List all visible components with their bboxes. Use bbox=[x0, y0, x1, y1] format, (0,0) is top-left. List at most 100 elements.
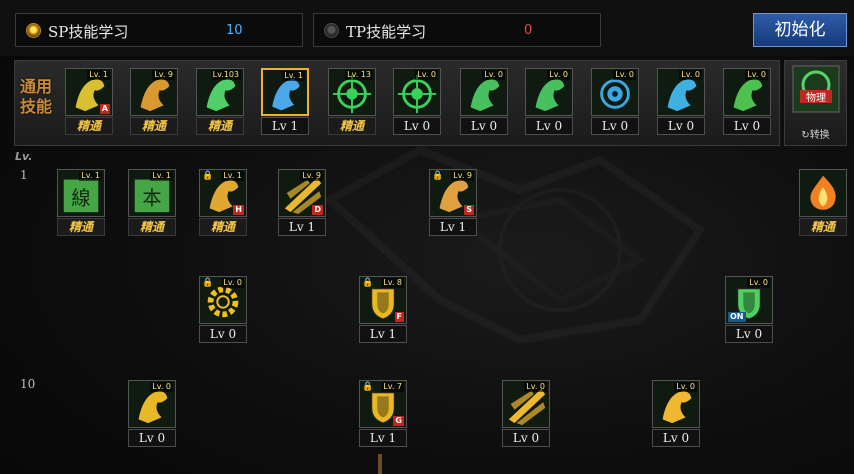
target-icon[interactable]: Lv. 13 bbox=[328, 68, 376, 116]
common-skill-4[interactable]: Lv. 1 Lv 1 bbox=[258, 68, 312, 135]
skill-level-label: Lv 0 bbox=[591, 117, 639, 135]
figure-icon[interactable]: Lv. 0 bbox=[657, 68, 705, 116]
tab-tp-skill[interactable]: TP技能学习 0 bbox=[313, 13, 601, 47]
barrier-icon[interactable]: Lv. 0 ON bbox=[725, 276, 773, 324]
tp-radio-icon[interactable] bbox=[324, 23, 339, 38]
mastered-badge: 精通 bbox=[65, 117, 113, 135]
mastered-badge: 精通 bbox=[199, 218, 247, 236]
fist-icon[interactable]: Lv. 9 bbox=[130, 68, 178, 116]
skill-level-tag: Lv. 1 bbox=[150, 171, 173, 181]
slash-icon[interactable]: Lv. 9 D bbox=[278, 169, 326, 217]
tree-skill-rush[interactable]: Lv. 0 Lv 0 bbox=[499, 380, 553, 447]
wing-burst-icon[interactable]: Lv. 0 bbox=[128, 380, 176, 428]
common-skill-2[interactable]: Lv. 9 精通 bbox=[127, 68, 181, 135]
common-skill-5[interactable]: Lv. 13 精通 bbox=[325, 68, 379, 135]
common-skill-6[interactable]: Lv. 0 Lv 0 bbox=[390, 68, 444, 135]
tab-sp-skill[interactable]: SP技能学习 10 bbox=[15, 13, 303, 47]
sp-radio-icon[interactable] bbox=[26, 23, 41, 38]
reset-button[interactable]: 初始化 bbox=[753, 13, 847, 47]
skill-level-tag: Lv. 9 bbox=[300, 171, 323, 181]
tree-skill-guard[interactable]: Lv. 7 🔒 G Lv 1 bbox=[356, 380, 410, 447]
skill-level-tag: Lv. 9 bbox=[152, 70, 175, 80]
hotkey-badge: D bbox=[312, 205, 323, 215]
claw-icon[interactable]: Lv. 0 bbox=[723, 68, 771, 116]
skill-level-label: Lv 0 bbox=[725, 325, 773, 343]
mastered-badge: 精通 bbox=[196, 117, 244, 135]
common-skill-1[interactable]: Lv. 1 A 精通 bbox=[62, 68, 116, 135]
lock-icon: 🔒 bbox=[362, 278, 374, 288]
skill-level-tag: Lv. 0 bbox=[679, 70, 702, 80]
tree-skill-smash[interactable]: Lv. 0 Lv 0 bbox=[649, 380, 703, 447]
common-skill-7[interactable]: Lv. 0 Lv 0 bbox=[457, 68, 511, 135]
skill-level-tag: Lv. 7 bbox=[381, 382, 404, 392]
row-level-10: 10 bbox=[20, 377, 36, 391]
skill-level-label: Lv 0 bbox=[393, 117, 441, 135]
runner-icon[interactable]: Lv. 0 bbox=[460, 68, 508, 116]
smash-icon[interactable]: Lv. 0 bbox=[652, 380, 700, 428]
convert-button[interactable]: 物理 ↻转换 bbox=[784, 60, 847, 146]
tree-skill-line[interactable]: 線 Lv. 1 精通 bbox=[54, 169, 108, 236]
skill-level-tag: Lv. 0 bbox=[524, 382, 547, 392]
line-scroll-icon[interactable]: 線 Lv. 1 bbox=[57, 169, 105, 217]
skill-window: SP技能学习 10 TP技能学习 0 初始化 通用技能 物理 ↻转换 Lv. 1… bbox=[0, 0, 854, 474]
tree-skill-swing[interactable]: Lv. 1 🔒 H 精通 bbox=[196, 169, 250, 236]
skill-level-tag: Lv. 0 bbox=[745, 70, 768, 80]
rush-icon[interactable]: Lv. 0 bbox=[502, 380, 550, 428]
level-column-header: Lv. bbox=[15, 150, 33, 163]
guard-icon[interactable]: Lv. 7 🔒 G bbox=[359, 380, 407, 428]
skill-level-tag: Lv. 0 bbox=[415, 70, 438, 80]
lock-icon: 🔒 bbox=[432, 171, 444, 181]
tree-skill-base[interactable]: 本 Lv. 1 精通 bbox=[125, 169, 179, 236]
common-skill-10[interactable]: Lv. 0 Lv 0 bbox=[654, 68, 708, 135]
skill-level-tag: Lv. 1 bbox=[221, 171, 244, 181]
runner-icon[interactable]: Lv. 0 bbox=[525, 68, 573, 116]
skill-level-tag: Lv.103 bbox=[210, 70, 241, 80]
mastered-badge: 精通 bbox=[328, 117, 376, 135]
skill-level-label: Lv 0 bbox=[128, 429, 176, 447]
common-skill-9[interactable]: Lv. 0 Lv 0 bbox=[588, 68, 642, 135]
swing-icon[interactable]: Lv. 1 🔒 H bbox=[199, 169, 247, 217]
mastered-badge: 精通 bbox=[128, 218, 176, 236]
kick-icon[interactable]: Lv. 9 🔒 S bbox=[429, 169, 477, 217]
skill-level-tag: Lv. 8 bbox=[381, 278, 404, 288]
eye-icon[interactable]: Lv. 0 bbox=[591, 68, 639, 116]
tree-skill-gear[interactable]: Lv. 0 🔒 Lv 0 bbox=[196, 276, 250, 343]
common-skill-3[interactable]: Lv.103 精通 bbox=[193, 68, 247, 135]
tree-skill-wing-burst[interactable]: Lv. 0 Lv 0 bbox=[125, 380, 179, 447]
skill-level-tag: Lv. 0 bbox=[747, 278, 770, 288]
skill-level-tag: Lv. 0 bbox=[613, 70, 636, 80]
flame-icon[interactable] bbox=[799, 169, 847, 217]
skill-level-tag: Lv. 1 bbox=[87, 70, 110, 80]
dash-kick-icon[interactable]: Lv. 1 A bbox=[65, 68, 113, 116]
common-skill-8[interactable]: Lv. 0 Lv 0 bbox=[522, 68, 576, 135]
skill-level-label: Lv 0 bbox=[652, 429, 700, 447]
wings-icon[interactable]: Lv. 1 bbox=[261, 68, 309, 116]
skill-level-label: Lv 1 bbox=[359, 429, 407, 447]
sp-tab-label: SP技能学习 bbox=[48, 23, 129, 41]
gear-icon[interactable]: Lv. 0 🔒 bbox=[199, 276, 247, 324]
convert-physical-icon: 物理 bbox=[792, 65, 840, 113]
hotkey-badge: S bbox=[464, 205, 474, 215]
skill-level-label: Lv 0 bbox=[199, 325, 247, 343]
lock-icon: 🔒 bbox=[202, 278, 214, 288]
target-icon[interactable]: Lv. 0 bbox=[393, 68, 441, 116]
hotkey-badge: H bbox=[233, 205, 244, 215]
convert-label: ↻转换 bbox=[801, 130, 830, 141]
tree-connector-line bbox=[378, 454, 382, 474]
skill-level-tag: Lv. 1 bbox=[282, 71, 305, 81]
mastered-badge: 精通 bbox=[57, 218, 105, 236]
lock-icon: 🔒 bbox=[362, 382, 374, 392]
tree-skill-barrier[interactable]: Lv. 0 ON Lv 0 bbox=[722, 276, 776, 343]
mastered-badge: 精通 bbox=[799, 218, 847, 236]
skill-level-label: Lv 0 bbox=[723, 117, 771, 135]
shield-strike-icon[interactable]: Lv. 8 🔒 F bbox=[359, 276, 407, 324]
common-skill-11[interactable]: Lv. 0 Lv 0 bbox=[720, 68, 774, 135]
tree-skill-flame[interactable]: 精通 bbox=[796, 169, 850, 236]
base-scroll-icon[interactable]: 本 Lv. 1 bbox=[128, 169, 176, 217]
tree-skill-shield-strike[interactable]: Lv. 8 🔒 F Lv 1 bbox=[356, 276, 410, 343]
skill-level-tag: Lv. 0 bbox=[482, 70, 505, 80]
tree-skill-kick[interactable]: Lv. 9 🔒 S Lv 1 bbox=[426, 169, 480, 236]
svg-text:線: 線 bbox=[71, 187, 90, 210]
tree-skill-slash[interactable]: Lv. 9 D Lv 1 bbox=[275, 169, 329, 236]
leap-icon[interactable]: Lv.103 bbox=[196, 68, 244, 116]
